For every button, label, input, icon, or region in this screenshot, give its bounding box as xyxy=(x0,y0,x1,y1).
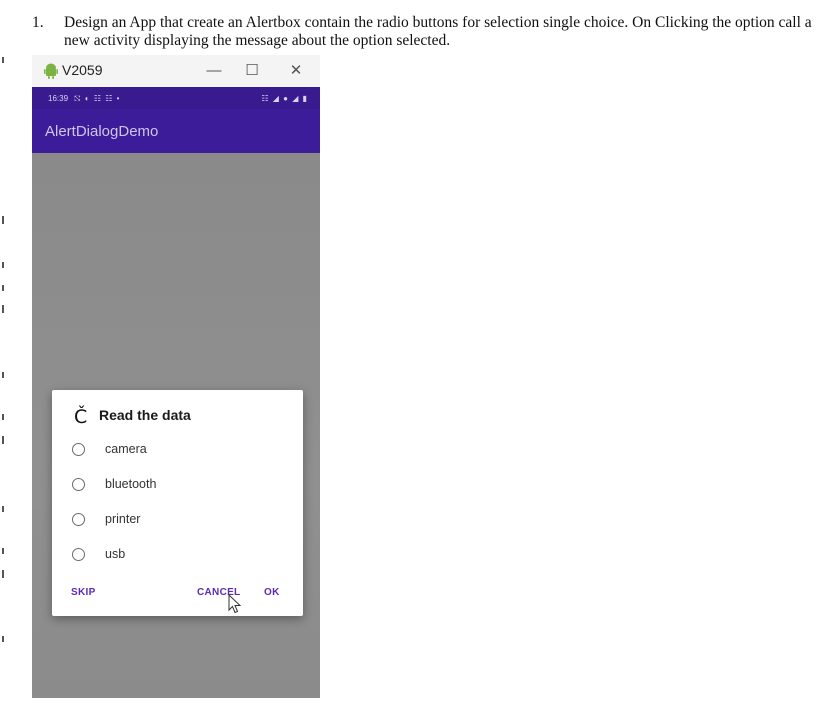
radio-option-bluetooth[interactable]: bluetooth xyxy=(70,473,290,499)
dimmed-activity-background[interactable]: Č Read the data camera bluetooth printer… xyxy=(32,153,320,698)
radio-option-usb[interactable]: usb xyxy=(70,543,290,569)
margin-mark xyxy=(2,506,4,512)
alert-dialog: Č Read the data camera bluetooth printer… xyxy=(52,390,303,616)
margin-mark xyxy=(2,436,4,444)
radio-button[interactable] xyxy=(72,548,85,561)
radio-label: usb xyxy=(105,547,126,561)
margin-mark xyxy=(2,414,4,420)
margin-mark xyxy=(2,57,4,63)
margin-mark xyxy=(2,372,4,378)
question-number: 1. xyxy=(32,14,44,31)
window-title: V2059 xyxy=(62,62,103,78)
question-text: Design an App that create an Alertbox co… xyxy=(64,14,812,49)
radio-button[interactable] xyxy=(72,443,85,456)
ok-button[interactable]: OK xyxy=(264,587,280,598)
margin-mark xyxy=(2,548,4,554)
radio-button[interactable] xyxy=(72,478,85,491)
dialog-title-icon: Č xyxy=(74,406,88,428)
system-status-icons: ☷ ◢ ● ◢ ▮ xyxy=(261,94,308,103)
radio-option-camera[interactable]: camera xyxy=(70,438,290,464)
radio-label: camera xyxy=(105,442,147,456)
emulator-window: V2059 — ☐ ✕ 16:39 ⛞ ◐ ☷ ☷ • ☷ ◢ ● ◢ ▮ Al… xyxy=(32,55,320,698)
margin-mark xyxy=(2,262,4,268)
margin-mark xyxy=(2,305,4,313)
radio-label: printer xyxy=(105,512,141,526)
android-logo-icon xyxy=(44,63,58,79)
minimize-icon[interactable]: — xyxy=(200,58,228,84)
dialog-title: Read the data xyxy=(99,407,191,423)
close-icon[interactable]: ✕ xyxy=(282,58,310,84)
status-time: 16:39 xyxy=(48,94,69,103)
margin-mark xyxy=(2,216,4,224)
radio-label: bluetooth xyxy=(105,477,157,491)
margin-mark xyxy=(2,636,4,642)
radio-option-printer[interactable]: printer xyxy=(70,508,290,534)
maximize-icon[interactable]: ☐ xyxy=(238,58,266,84)
android-status-bar: 16:39 ⛞ ◐ ☷ ☷ • ☷ ◢ ● ◢ ▮ xyxy=(32,87,320,109)
mouse-cursor-icon xyxy=(228,594,242,614)
skip-button[interactable]: SKIP xyxy=(71,587,96,598)
margin-mark xyxy=(2,285,4,291)
margin-mark xyxy=(2,570,4,578)
app-title: AlertDialogDemo xyxy=(45,123,159,140)
notification-icons: ⛞ ◐ ☷ ☷ • xyxy=(74,94,121,103)
window-titlebar[interactable]: V2059 — ☐ ✕ xyxy=(32,55,320,87)
app-bar: AlertDialogDemo xyxy=(32,109,320,153)
radio-button[interactable] xyxy=(72,513,85,526)
